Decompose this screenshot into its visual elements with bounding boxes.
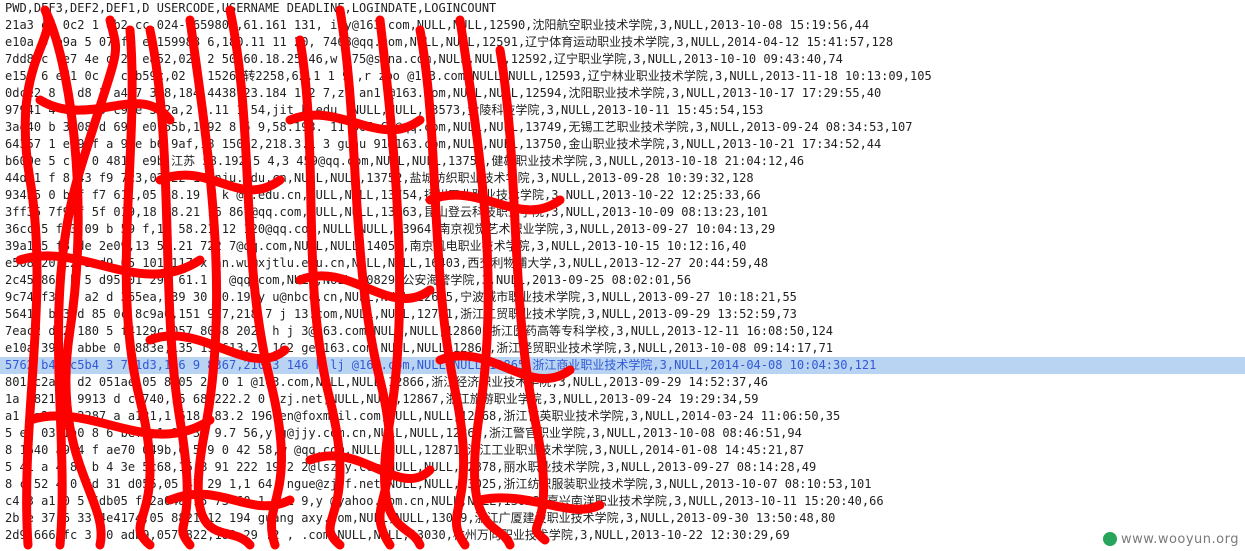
text-line[interactable]: 5 41 a 4 88 b 4 3e 5c68,15 8 91 222 19 2… bbox=[0, 459, 1245, 476]
text-line[interactable]: 21a3 ed 0c2 1 db2 cc,024-865980 ,61.161 … bbox=[0, 17, 1245, 34]
text-line[interactable]: 2b e 37 6 33 4e4174,05 8821,12 194 guang… bbox=[0, 510, 1245, 527]
text-document-view[interactable]: PWD,DEF3,DEF2,DEF1,D USERCODE,USERNAME D… bbox=[0, 0, 1245, 551]
text-line[interactable]: 36cc 5 f 3 09 b 59 f,13 58.21 12 120@qq.… bbox=[0, 221, 1245, 238]
text-line[interactable]: 3ae40 b 3 08 d 694 e0 55b,1392 8 5 9,58.… bbox=[0, 119, 1245, 136]
text-line[interactable]: e10a 9 b9a 5 07 f8 e,159988 6,180.11 11 … bbox=[0, 34, 1245, 51]
text-line[interactable]: 39a1 5 f8 de 2e09,13 58.21 722 7@qq.com,… bbox=[0, 238, 1245, 255]
wooyun-logo-icon bbox=[1102, 532, 1117, 546]
text-line[interactable]: 64357 1 e 94f a 9 e b6 9af,18 150 2,218.… bbox=[0, 136, 1245, 153]
text-line[interactable]: 8 1640 a9 4 f ae70 049b,0 5 9 0 42 58,w … bbox=[0, 442, 1245, 459]
text-line[interactable]: e508 20 c2 3 d9,05 101 117 x an.wu@xjtlu… bbox=[0, 255, 1245, 272]
text-line[interactable]: 0dce2 8 f d8 3 a497 338,184 4438 23.184 … bbox=[0, 85, 1245, 102]
text-line[interactable]: 1a 5821 a 9913 d c8740,15 68 222.2 0 czj… bbox=[0, 391, 1245, 408]
text-line[interactable]: 7dd8 c fe7 4e d 2c e852,024 2 50,60.18.2… bbox=[0, 51, 1245, 68]
text-line[interactable]: e10a 3949 abbe 0 f883e,135 19 613,20 162… bbox=[0, 340, 1245, 357]
text-line[interactable]: c4 3 a1 0 5 6db05 fa2a04a,15 73 60.1 0 1… bbox=[0, 493, 1245, 510]
header-line: PWD,DEF3,DEF2,DEF1,D USERCODE,USERNAME D… bbox=[5, 1, 497, 15]
text-line[interactable]: 801 c2a 9 d2 051ae,05 8105 21 0 1 @163.c… bbox=[0, 374, 1245, 391]
text-line[interactable]: 3ff35 7f9 f 5f 019,18 58.21 16 867@qq.co… bbox=[0, 204, 1245, 221]
text-line[interactable]: 44dc1 f 8 43 f9 7c3,02 22 18 nju.edu.cn,… bbox=[0, 170, 1245, 187]
text-line[interactable]: b600e 5 c 5 0 4819 e9b,江苏 58.192 5 4,3 4… bbox=[0, 153, 1245, 170]
text-line[interactable]: 934b5 0 b f f7 611,05 58.19 0 k @i.edu.c… bbox=[0, 187, 1245, 204]
text-line[interactable]: 97941 4 c1 c 9 c9ee 3b2a,2 8.11 1 54,jit… bbox=[0, 102, 1245, 119]
text-line[interactable]: 9c74 f31 8 a2 d 365ea,139 30 50.19 y u@n… bbox=[0, 289, 1245, 306]
selected-text-line[interactable]: 5762 b4a c5b4 3 731d3,136 9 8367,210.3 1… bbox=[0, 357, 1245, 374]
watermark-text: www.wooyun.org bbox=[1120, 531, 1239, 547]
text-line[interactable]: 8 c 52 4 0 6d 31 d055,05 47 29 1,1 64, n… bbox=[0, 476, 1245, 493]
text-line[interactable]: 5 e5 03 1a0 8 6 bef3,1 96 33 9.7 56,y g@… bbox=[0, 425, 1245, 442]
text-line[interactable]: 2c45 867 b 5 d95,01 297 61.1 5 @qq.com,N… bbox=[0, 272, 1245, 289]
text-line[interactable]: 2d9 666 fc 3 e0 adb9,057 822,183 29 .2 ,… bbox=[0, 527, 1245, 544]
text-line[interactable]: 56417 bb3 d 85 0c 8c9a0,151 917,218.7 j … bbox=[0, 306, 1245, 323]
text-line[interactable]: e152 6 ed1 0c 6 c b59c,02 8 1526 转2258,6… bbox=[0, 68, 1245, 85]
text-line[interactable]: a1 0a2 5c 2287 a a121,1 618,183.2 196 en… bbox=[0, 408, 1245, 425]
watermark: www.wooyun.org bbox=[1102, 530, 1239, 548]
text-line[interactable]: 7eac2 d52 180 5 f4129c,057 8058 202. h j… bbox=[0, 323, 1245, 340]
